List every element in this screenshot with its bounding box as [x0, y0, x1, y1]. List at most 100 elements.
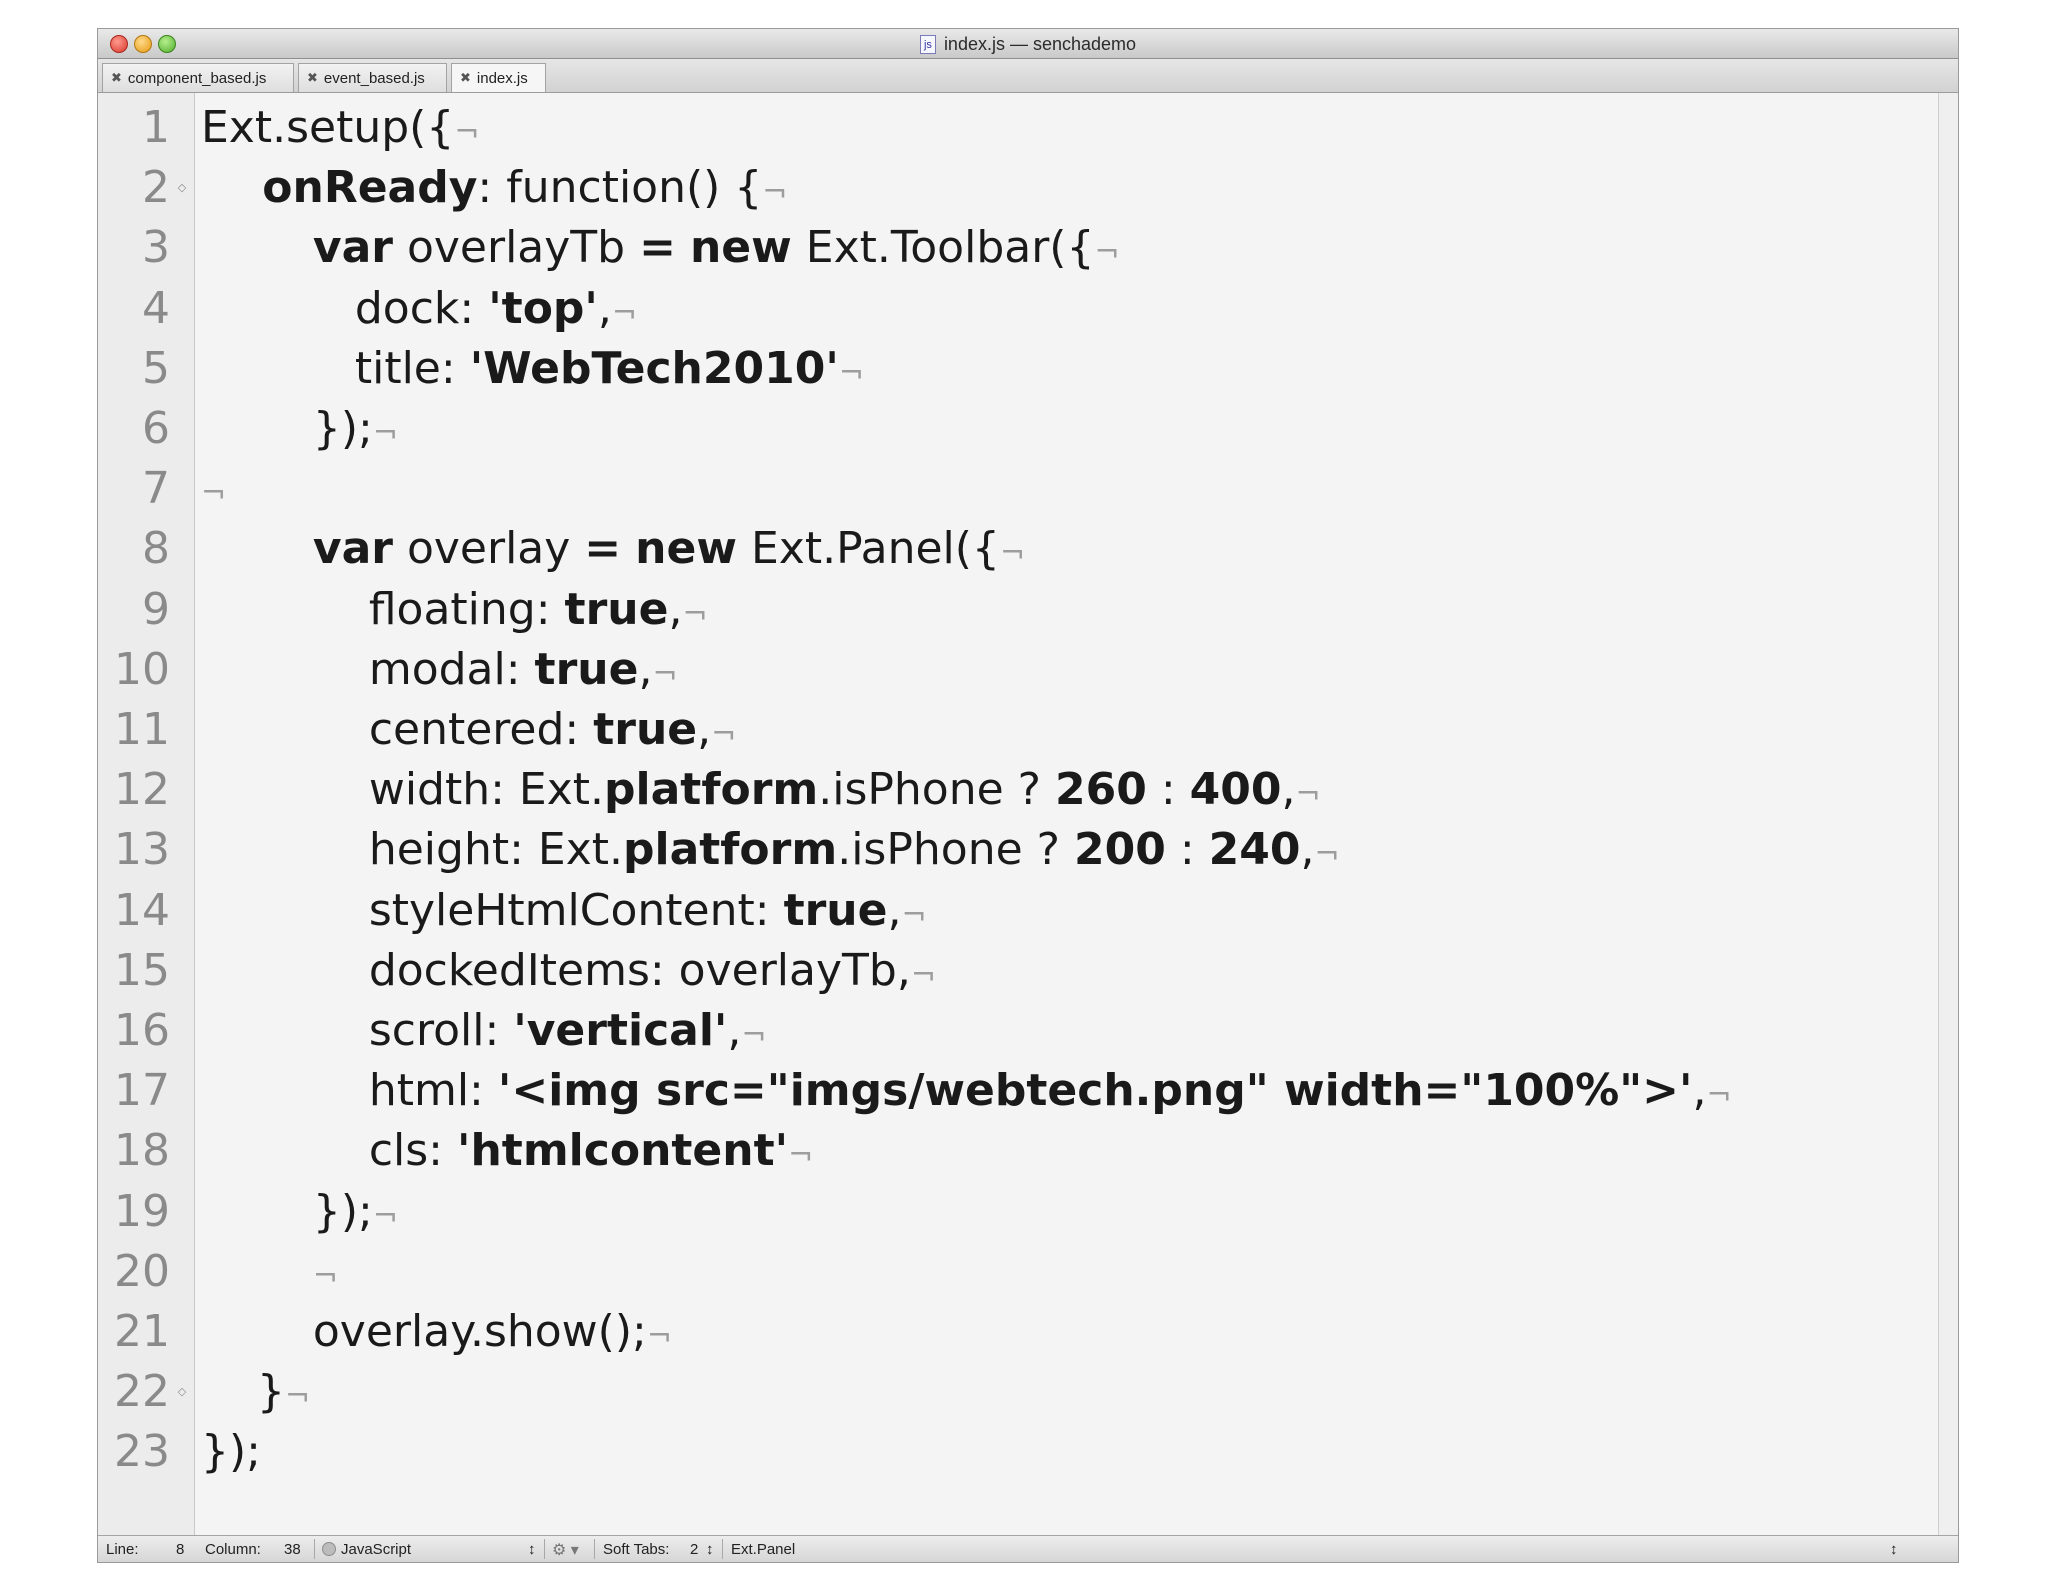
end-of-line-marker: ¬	[762, 175, 788, 211]
code-text-area[interactable]: Ext.setup({¬ onReady: function() {¬ var …	[195, 93, 1938, 1558]
gear-menu-icon[interactable]: ⚙ ▾	[552, 1540, 579, 1560]
fold-toggle-icon[interactable]: ◇	[176, 1386, 188, 1398]
code-token-str: 'vertical'	[513, 1005, 728, 1056]
code-line-text: Ext.setup({¬	[201, 98, 479, 163]
gutter-line: 11	[98, 700, 194, 760]
code-line[interactable]: var overlayTb = new Ext.Toolbar({¬	[195, 218, 1938, 278]
line-number: 6	[142, 403, 170, 454]
end-of-line-marker: ¬	[454, 115, 480, 150]
line-number: 15	[114, 944, 170, 996]
code-token: ,	[727, 1005, 742, 1056]
tab-label: component_based.js	[127, 69, 267, 87]
end-of-line-marker: ¬	[611, 295, 638, 331]
code-line[interactable]: });	[195, 1422, 1938, 1482]
code-line[interactable]: modal: true,¬	[195, 640, 1938, 700]
code-token-kw: new	[689, 222, 792, 274]
code-token-kw: onReady	[201, 162, 478, 214]
code-token: ,	[1300, 824, 1315, 876]
gutter-line: 10	[98, 640, 194, 700]
code-line[interactable]: width: Ext.platform.isPhone ? 260 : 400,…	[195, 760, 1938, 820]
code-editor[interactable]: 1 2 ◇ 3 4 5 6 7 8 9 10 11 12 13 14 15 16 17 18 19 20 21 22 ◇ 23 …	[98, 93, 1958, 1558]
soft-tabs-updown-icon[interactable]: ↕	[706, 1541, 714, 1558]
tab-label: event_based.js	[323, 69, 425, 87]
tab-event-based[interactable]: ✖ event_based.js	[298, 63, 447, 92]
code-token: Ext.Panel({	[737, 523, 1000, 575]
close-tab-icon[interactable]: ✖	[307, 70, 318, 86]
code-token: title:	[201, 342, 470, 394]
gutter-line: 2 ◇	[98, 158, 194, 218]
gutter-line: 1	[98, 98, 194, 158]
code-token-kw: platform	[622, 824, 838, 876]
symbol-updown-icon[interactable]: ↕	[1890, 1541, 1898, 1558]
line-number: 5	[142, 342, 170, 394]
end-of-line-marker: ¬	[788, 1138, 814, 1174]
code-line[interactable]: onReady: function() {¬	[195, 158, 1938, 218]
close-tab-icon[interactable]: ✖	[460, 70, 471, 86]
code-line-text: scroll: 'vertical',¬	[201, 1001, 767, 1066]
gutter-line: 4	[98, 279, 194, 339]
code-line[interactable]: });¬	[195, 399, 1938, 459]
code-line[interactable]: centered: true,¬	[195, 700, 1938, 760]
gutter-line: 16	[98, 1001, 194, 1061]
code-token-num: 240	[1208, 824, 1301, 876]
line-number: 23	[114, 1426, 170, 1478]
line-number: 20	[114, 1245, 170, 1297]
symbol-selector[interactable]: Ext.Panel	[731, 1541, 795, 1558]
code-line[interactable]: dockedItems: overlayTb,¬	[195, 941, 1938, 1001]
code-line[interactable]: dock: 'top',¬	[195, 279, 1938, 339]
code-token: dock:	[201, 282, 489, 334]
soft-tabs-label[interactable]: Soft Tabs:	[603, 1541, 669, 1558]
gutter-line: 22 ◇	[98, 1362, 194, 1422]
code-token: styleHtmlContent:	[201, 884, 784, 936]
language-updown-icon[interactable]: ↕	[528, 1541, 536, 1558]
code-token-kw: true	[564, 583, 669, 635]
code-line[interactable]: floating: true,¬	[195, 580, 1938, 640]
end-of-line-marker: ¬	[312, 1258, 339, 1294]
code-line-text: width: Ext.platform.isPhone ? 260 : 400,…	[201, 760, 1321, 825]
code-line[interactable]: cls: 'htmlcontent'¬	[195, 1121, 1938, 1181]
code-line[interactable]: ¬	[195, 1242, 1938, 1302]
code-line[interactable]: title: 'WebTech2010'¬	[195, 339, 1938, 399]
code-token-str: '<img src="imgs/webtech.png" width="100%…	[497, 1065, 1693, 1117]
code-token-str: 'WebTech2010'	[469, 342, 839, 394]
code-token: cls:	[201, 1125, 457, 1177]
soft-tabs-value[interactable]: 2	[690, 1541, 698, 1558]
code-token-num: 200	[1073, 824, 1166, 876]
code-token-num: 400	[1189, 764, 1282, 816]
code-line[interactable]: Ext.setup({¬	[195, 98, 1938, 158]
code-token: ,	[597, 282, 612, 334]
code-line[interactable]: overlay.show();¬	[195, 1302, 1938, 1362]
code-token: overlayTb	[392, 222, 640, 274]
tab-bar: ✖ component_based.js ✖ event_based.js ✖ …	[98, 59, 1958, 93]
code-line-text: html: '<img src="imgs/webtech.png" width…	[201, 1061, 1732, 1126]
fold-toggle-icon[interactable]: ◇	[176, 182, 188, 194]
code-token: });	[201, 1426, 261, 1478]
code-line[interactable]: scroll: 'vertical',¬	[195, 1001, 1938, 1061]
code-line-text: var overlayTb = new Ext.Toolbar({¬	[201, 218, 1120, 283]
code-line-text: });¬	[201, 1182, 398, 1247]
code-token-kw: platform	[604, 764, 819, 816]
code-token: ,	[697, 704, 712, 755]
language-selector[interactable]: JavaScript	[322, 1541, 411, 1558]
line-number: 3	[142, 222, 170, 274]
vertical-scrollbar[interactable]	[1938, 93, 1958, 1558]
tab-label: index.js	[476, 69, 528, 87]
gutter-line: 13	[98, 820, 194, 880]
code-line[interactable]: ¬	[195, 459, 1938, 519]
code-line[interactable]: });¬	[195, 1182, 1938, 1242]
code-line[interactable]: height: Ext.platform.isPhone ? 200 : 240…	[195, 820, 1938, 880]
code-line-text: centered: true,¬	[201, 700, 736, 765]
code-token: }	[201, 1366, 285, 1418]
code-line[interactable]: styleHtmlContent: true,¬	[195, 881, 1938, 941]
close-tab-icon[interactable]: ✖	[111, 70, 122, 86]
line-number: 16	[114, 1005, 170, 1056]
code-line[interactable]: html: '<img src="imgs/webtech.png" width…	[195, 1061, 1938, 1121]
code-line[interactable]: var overlay = new Ext.Panel({¬	[195, 519, 1938, 579]
tab-index[interactable]: ✖ index.js	[451, 63, 546, 92]
code-line[interactable]: }¬	[195, 1362, 1938, 1422]
title-bar[interactable]: js index.js — senchademo	[98, 29, 1958, 59]
tab-component-based[interactable]: ✖ component_based.js	[102, 63, 294, 92]
code-token-str: 'htmlcontent'	[457, 1125, 789, 1177]
code-token: ,	[638, 643, 653, 695]
